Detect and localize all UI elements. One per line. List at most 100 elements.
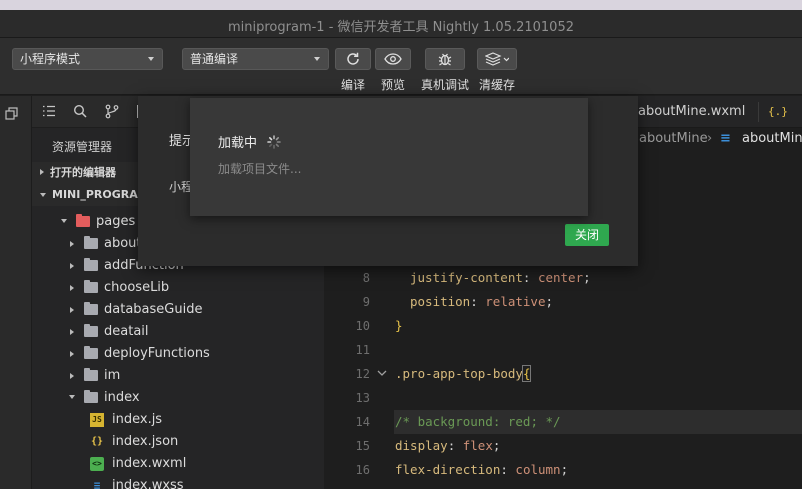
code-line[interactable]: .pro-app-top-body{ — [395, 362, 532, 386]
css-value: flex — [462, 438, 493, 453]
chevron-down-icon — [40, 193, 46, 197]
list-icon[interactable] — [42, 105, 56, 117]
tab-divider — [758, 102, 759, 122]
css-value: relative — [485, 294, 546, 309]
tree-item-index-json[interactable]: {} index.json — [90, 431, 324, 453]
tree-item-label: index.wxss — [112, 478, 184, 489]
line-number: 10 — [355, 319, 370, 333]
close-button[interactable]: 关闭 — [565, 224, 609, 246]
folder-icon — [84, 368, 98, 381]
tree-item-databaseguide[interactable]: databaseGuide — [68, 299, 324, 321]
code-line[interactable]: flex-direction: column; — [395, 458, 568, 482]
mode-select[interactable]: 小程序模式 — [12, 48, 163, 70]
code-line[interactable]: } — [395, 314, 403, 338]
tree-item-index-wxss[interactable]: ≡ index.wxss — [90, 475, 324, 489]
title-bar: miniprogram-1 - 微信开发者工具 Nightly 1.05.210… — [0, 10, 802, 38]
tree-item-label: index.json — [112, 434, 179, 449]
json-file-icon: {.} — [768, 105, 788, 118]
code-line[interactable]: /* background: red; */ — [395, 410, 561, 434]
tree-item-index-wxml[interactable]: <> index.wxml — [90, 453, 324, 475]
clear-cache-button[interactable] — [477, 48, 517, 70]
window-title: miniprogram-1 - 微信开发者工具 Nightly 1.05.210… — [227, 20, 574, 35]
chevron-right-icon — [70, 373, 74, 379]
folder-icon — [84, 324, 98, 337]
preview-button[interactable] — [375, 48, 411, 70]
js-file-icon: JS — [90, 413, 104, 427]
toolbar: 小程序模式 普通编译 编译 预览 真机调试 清缓存 — [0, 38, 802, 95]
json-file-icon: {} — [90, 436, 104, 447]
tree-item-label: deployFunctions — [104, 346, 210, 361]
tree-item-index[interactable]: index — [68, 387, 324, 409]
chevron-right-icon — [70, 263, 74, 269]
compile-select-value: 普通编译 — [190, 52, 239, 66]
explorer-title: 资源管理器 — [52, 140, 113, 154]
chevron-right-icon — [70, 351, 74, 357]
tree-item-label: databaseGuide — [104, 302, 203, 317]
chevron-down-icon — [69, 395, 75, 399]
line-number: 12 — [355, 367, 370, 381]
css-value: center — [537, 270, 584, 285]
tree-item-index-js[interactable]: JS index.js — [90, 409, 324, 431]
chevron-right-icon — [70, 307, 74, 313]
loading-dialog: 加载中 加载项目文件... — [190, 98, 588, 216]
wxss-file-icon: ≡ — [93, 479, 101, 489]
chevron-right-icon — [40, 169, 44, 175]
folder-open-icon — [84, 390, 98, 403]
folder-icon — [84, 258, 98, 271]
search-icon[interactable] — [73, 104, 87, 118]
chevron-right-icon — [70, 285, 74, 291]
compile-select[interactable]: 普通编译 — [182, 48, 329, 70]
chevron-right-icon — [70, 241, 74, 247]
css-property: flex-direction — [395, 462, 501, 477]
preview-label[interactable]: 预览 — [368, 76, 418, 93]
code-line[interactable]: position: relative; — [410, 290, 553, 314]
spinner-icon — [267, 135, 281, 149]
folder-icon — [84, 280, 98, 293]
source-control-icon[interactable] — [105, 104, 119, 119]
tree-item-label: index.js — [112, 412, 163, 427]
fold-chevron-icon[interactable] — [377, 370, 387, 377]
tree-item-label: pages — [96, 214, 136, 229]
compile-button[interactable] — [335, 48, 371, 70]
line-number: 11 — [355, 343, 370, 357]
tab-aboutmine-json[interactable]: {.} ab — [768, 96, 802, 128]
tree-item-deatail[interactable]: deatail — [68, 321, 324, 343]
tree-item-im[interactable]: im — [68, 365, 324, 387]
line-number: 16 — [355, 463, 370, 477]
project-label: MINI_PROGRAM — [52, 188, 149, 201]
folder-icon — [84, 346, 98, 359]
code-line[interactable]: display: flex; — [395, 434, 500, 458]
breadcrumb-parent[interactable]: aboutMine — [639, 128, 708, 150]
chevron-right-icon: › — [707, 131, 713, 146]
tree-item-label: chooseLib — [104, 280, 170, 295]
chevron-down-icon — [314, 57, 320, 61]
remote-debug-button[interactable] — [425, 48, 465, 70]
eye-icon — [384, 53, 402, 65]
loading-label: 加载中 — [218, 136, 258, 151]
line-number: 9 — [362, 295, 370, 309]
open-editors-label: 打开的编辑器 — [50, 166, 116, 179]
breadcrumb-file[interactable]: aboutMine — [742, 128, 802, 150]
tree-item-label: index — [104, 390, 140, 405]
wxss-file-icon: ≡ — [720, 131, 731, 146]
css-value: column — [515, 462, 561, 477]
tree-item-deployfunctions[interactable]: deployFunctions — [68, 343, 324, 365]
bug-icon — [438, 53, 452, 66]
window-top-edge — [0, 0, 802, 10]
line-number: 15 — [355, 439, 370, 453]
tab-aboutmine-wxml[interactable]: aboutMine.wxml — [638, 96, 745, 128]
line-number: 8 — [362, 271, 370, 285]
layers-icon — [485, 52, 509, 66]
tree-item-label: im — [104, 368, 121, 383]
clear-cache-label[interactable]: 清缓存 — [472, 76, 522, 93]
remote-debug-label[interactable]: 真机调试 — [415, 76, 475, 93]
tree-item-label: index.wxml — [112, 456, 187, 471]
wxml-file-icon: <> — [90, 457, 104, 471]
tree-item-label: about — [104, 236, 142, 251]
code-line[interactable]: justify-content: center; — [410, 266, 591, 290]
copy-icon[interactable] — [5, 107, 19, 121]
folder-icon — [84, 302, 98, 315]
loading-text: 加载中 — [218, 132, 281, 151]
chevron-down-icon — [61, 219, 67, 223]
tree-item-chooselib[interactable]: chooseLib — [68, 277, 324, 299]
